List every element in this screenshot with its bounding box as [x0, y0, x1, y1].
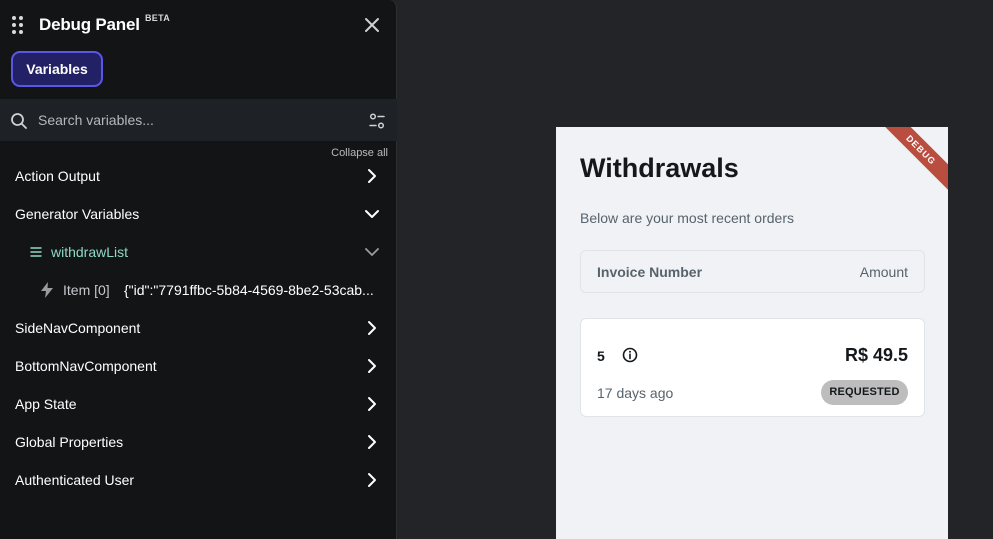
tree-item-generator-variables[interactable]: Generator Variables	[0, 195, 397, 233]
chevron-down-icon	[365, 210, 379, 218]
filter-icon[interactable]	[368, 112, 386, 130]
search-input[interactable]	[38, 109, 348, 131]
chevron-right-icon	[368, 169, 376, 183]
chevron-right-icon	[368, 321, 376, 335]
bolt-icon	[41, 282, 53, 298]
table-header: Invoice Number Amount	[580, 250, 925, 293]
tree-item-label: Item [0]	[63, 282, 110, 298]
column-header-invoice: Invoice Number	[597, 264, 703, 280]
tree-item-bottom-nav-component[interactable]: BottomNavComponent	[0, 347, 397, 385]
tree-item-action-output[interactable]: Action Output	[0, 157, 397, 195]
tree-item-item-0[interactable]: Item [0] {"id":"7791ffbc-5b84-4569-8be2-…	[0, 271, 397, 309]
tree-item-label: BottomNavComponent	[15, 358, 157, 374]
tree-item-authenticated-user[interactable]: Authenticated User	[0, 461, 397, 499]
page-subtitle: Below are your most recent orders	[580, 210, 794, 226]
chevron-right-icon	[368, 359, 376, 373]
chevron-right-icon	[368, 473, 376, 487]
list-icon	[30, 247, 42, 257]
tree-item-label: Authenticated User	[15, 472, 135, 488]
chevron-right-icon	[368, 435, 376, 449]
panel-title: Debug Panel	[39, 15, 140, 34]
tree-item-app-state[interactable]: App State	[0, 385, 397, 423]
tree-item-side-nav-component[interactable]: SideNavComponent	[0, 309, 397, 347]
tree-item-label: Generator Variables	[15, 206, 140, 222]
order-amount: R$ 49.5	[844, 345, 908, 365]
order-id: 5	[597, 348, 605, 364]
drag-handle-icon[interactable]	[12, 16, 24, 34]
tree-item-label: App State	[15, 396, 77, 412]
tree-item-label: Action Output	[15, 168, 100, 184]
beta-tag: BETA	[145, 13, 171, 23]
tree-item-label: SideNavComponent	[15, 320, 141, 336]
tree-item-withdraw-list[interactable]: withdrawList	[0, 233, 397, 271]
chevron-right-icon	[368, 397, 376, 411]
debug-panel-header: Debug Panel BETA	[0, 0, 397, 50]
tab-variables[interactable]: Variables	[11, 51, 103, 87]
chevron-down-icon	[365, 248, 379, 256]
tree-item-label: withdrawList	[51, 244, 129, 260]
order-card[interactable]: 5 R$ 49.5 17 days ago REQUESTED	[580, 318, 925, 417]
order-time: 17 days ago	[597, 385, 674, 401]
column-header-amount: Amount	[859, 264, 908, 280]
app-preview: DEBUG Withdrawals Below are your most re…	[556, 127, 948, 539]
debug-ribbon: DEBUG	[875, 127, 948, 196]
tree-item-value[interactable]: {"id":"7791ffbc-5b84-4569-8be2-53cab...	[124, 282, 376, 298]
status-badge: REQUESTED	[821, 380, 908, 405]
debug-panel: Debug Panel BETA Variables Collapse all …	[0, 0, 397, 539]
page-title: Withdrawals	[580, 153, 739, 183]
close-icon[interactable]	[362, 15, 382, 35]
info-icon[interactable]	[622, 347, 638, 363]
search-icon	[10, 112, 28, 130]
tree-item-global-properties[interactable]: Global Properties	[0, 423, 397, 461]
tree-item-label: Global Properties	[15, 434, 124, 450]
